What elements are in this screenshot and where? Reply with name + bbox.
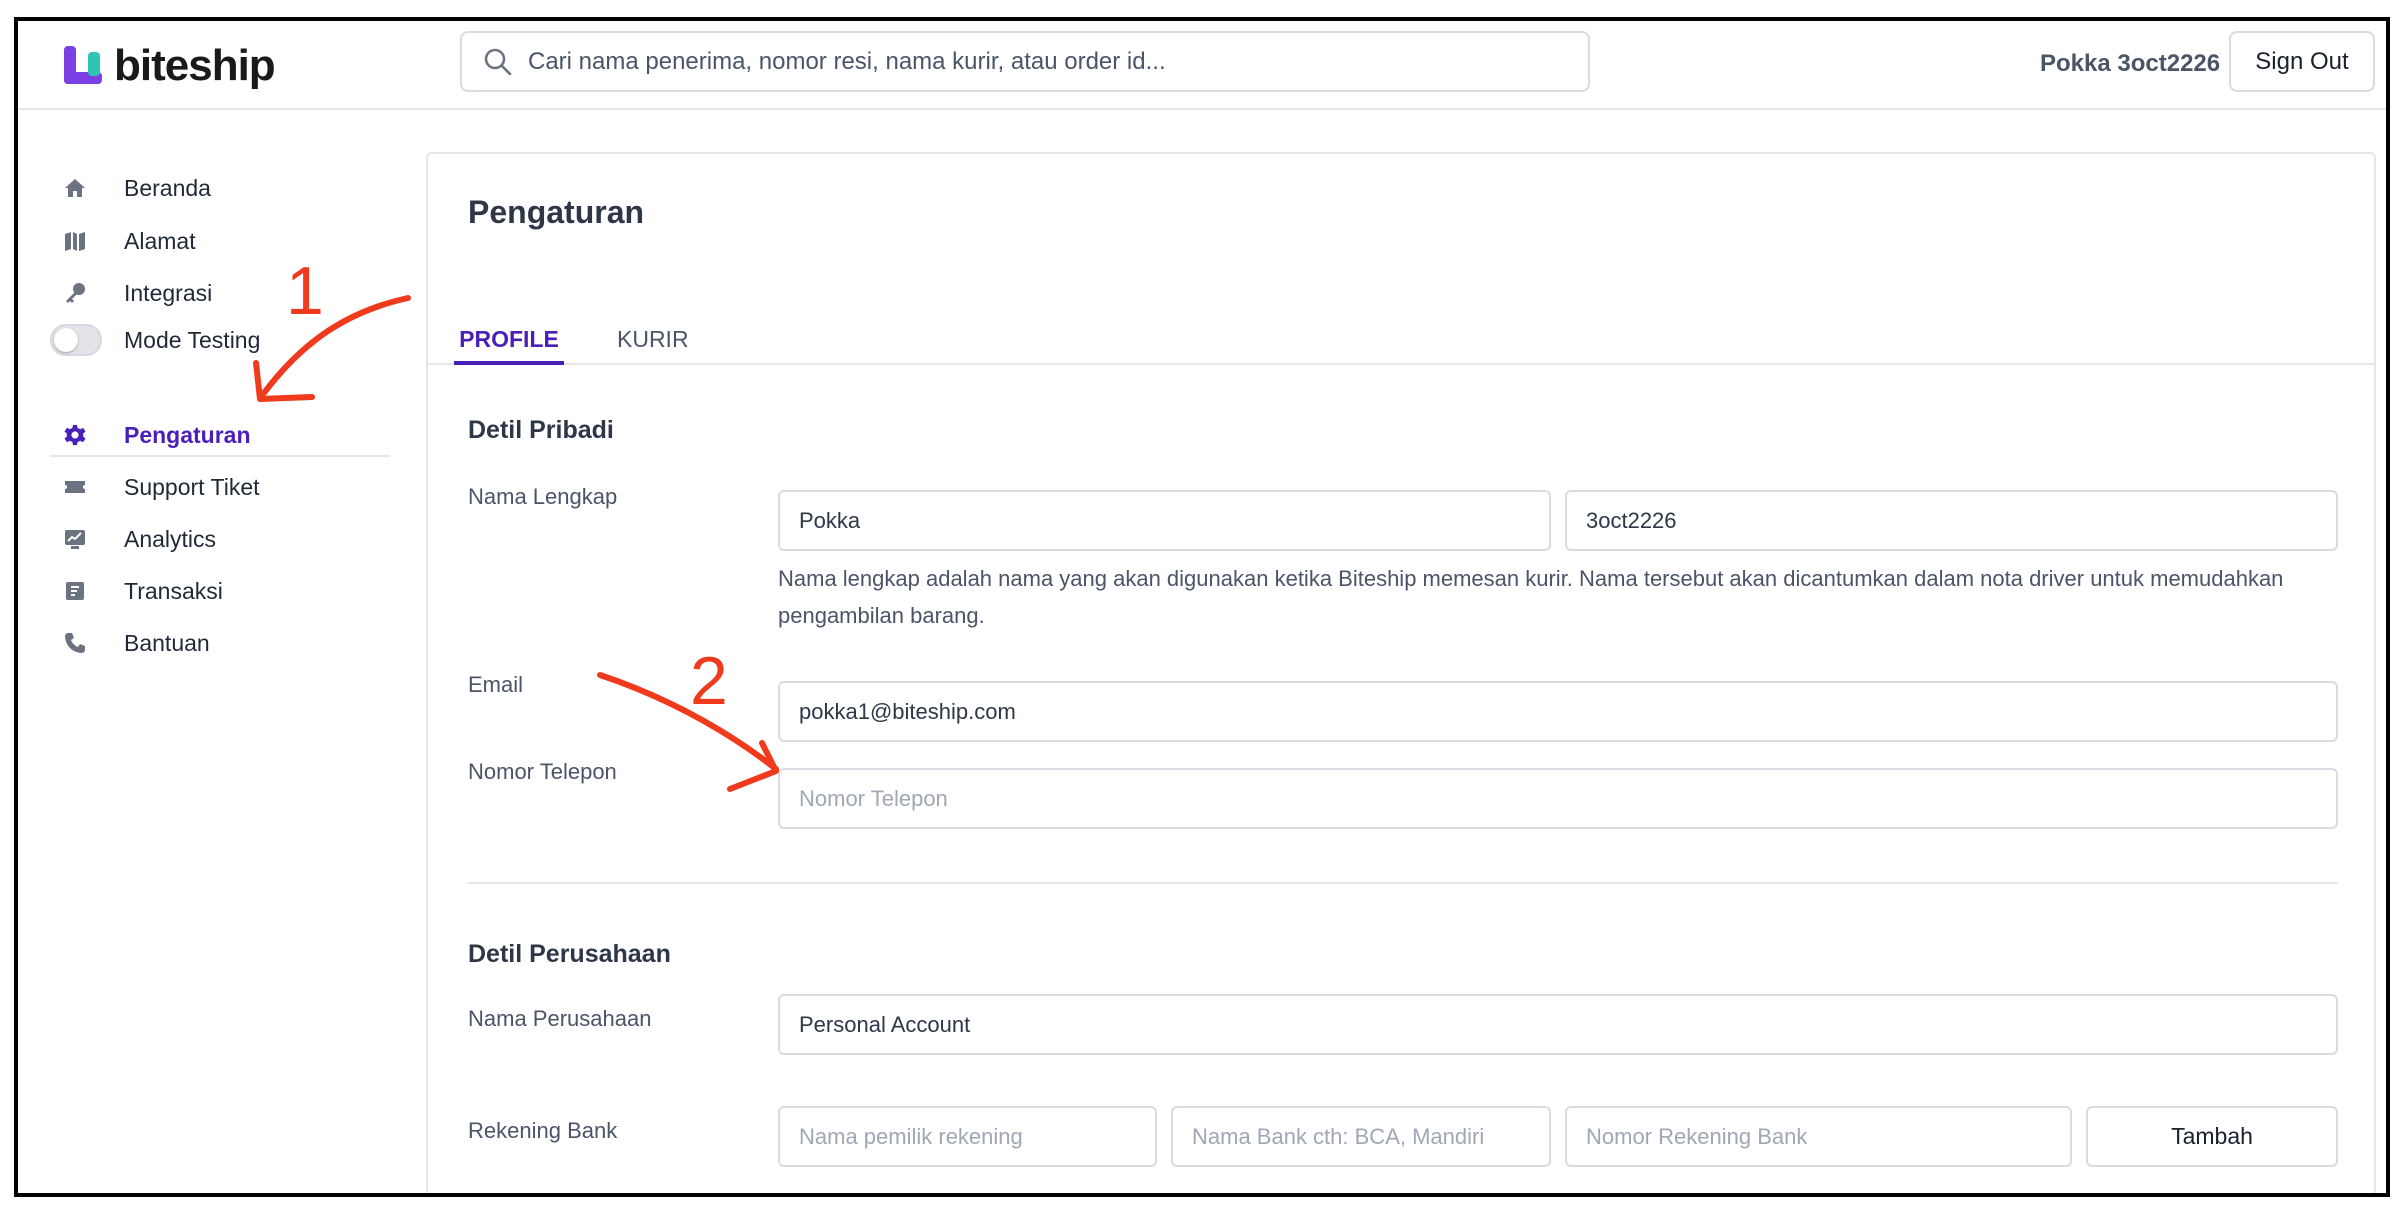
section-title-company: Detil Perusahaan bbox=[468, 940, 671, 968]
bank-owner-field[interactable] bbox=[778, 1106, 1157, 1167]
sidebar-item-mode-testing[interactable]: Mode Testing bbox=[62, 322, 260, 358]
sidebar-divider bbox=[50, 455, 390, 457]
tab-kurir[interactable]: KURIR bbox=[617, 304, 689, 365]
full-name-helper-text: Nama lengkap adalah nama yang akan digun… bbox=[778, 566, 2284, 628]
receipt-icon bbox=[62, 578, 88, 604]
top-bar: biteship Pokka 3oct2226 Sign Out bbox=[18, 21, 2386, 110]
sidebar-item-label: Alamat bbox=[124, 227, 196, 254]
phone-icon bbox=[62, 630, 88, 656]
sidebar-item-alamat[interactable]: Alamat bbox=[62, 223, 196, 259]
email-label: Email bbox=[468, 672, 524, 697]
sidebar-item-bantuan[interactable]: Bantuan bbox=[62, 625, 210, 661]
map-icon bbox=[62, 228, 88, 254]
page-title: Pengaturan bbox=[468, 194, 645, 230]
user-name: Pokka 3oct2226 bbox=[2040, 50, 2221, 77]
tab-bar: PROFILE KURIR bbox=[428, 304, 2374, 365]
first-name-input[interactable] bbox=[778, 490, 1551, 551]
sidebar-item-label: Analytics bbox=[124, 525, 217, 552]
sidebar-item-transaksi[interactable]: Transaksi bbox=[62, 573, 223, 609]
sidebar-item-label: Integrasi bbox=[124, 279, 213, 306]
biteship-logo[interactable]: biteship bbox=[62, 41, 276, 91]
sidebar-item-label: Bantuan bbox=[124, 629, 210, 656]
sidebar: Beranda Alamat Integrasi Mode Testing Pe… bbox=[18, 111, 438, 1193]
sidebar-item-pengaturan[interactable]: Pengaturan bbox=[62, 417, 251, 453]
home-icon bbox=[62, 175, 88, 201]
section-title-personal: Detil Pribadi bbox=[468, 416, 614, 444]
tab-profile[interactable]: PROFILE bbox=[454, 304, 564, 365]
bank-account-label: Rekening Bank bbox=[468, 1118, 618, 1143]
add-bank-button[interactable]: Tambah bbox=[2086, 1106, 2338, 1167]
last-name-input[interactable] bbox=[1565, 490, 2338, 551]
bank-name-field[interactable] bbox=[1171, 1106, 1551, 1167]
search-bar[interactable] bbox=[460, 31, 1590, 92]
phone-label: Nomor Telepon bbox=[468, 759, 617, 784]
sidebar-item-label: Mode Testing bbox=[124, 326, 261, 353]
company-name-label: Nama Perusahaan bbox=[468, 1006, 652, 1031]
settings-card: Pengaturan PROFILE KURIR Detil Pribadi N… bbox=[426, 152, 2376, 1193]
sidebar-item-label: Beranda bbox=[124, 174, 211, 201]
section-divider bbox=[468, 882, 2338, 884]
logo-mark-icon bbox=[64, 46, 102, 84]
sign-out-button[interactable]: Sign Out bbox=[2229, 31, 2375, 92]
brand-name: biteship bbox=[114, 41, 276, 90]
sidebar-item-support-tiket[interactable]: Support Tiket bbox=[62, 469, 260, 505]
gear-icon bbox=[62, 422, 88, 448]
company-name-field[interactable] bbox=[778, 994, 2338, 1055]
email-field[interactable] bbox=[778, 681, 2338, 742]
search-input[interactable] bbox=[528, 47, 1568, 76]
app-window: biteship Pokka 3oct2226 Sign Out Beranda… bbox=[14, 17, 2390, 1197]
sidebar-item-beranda[interactable]: Beranda bbox=[62, 170, 211, 206]
phone-field[interactable] bbox=[778, 768, 2338, 829]
sidebar-item-integrasi[interactable]: Integrasi bbox=[62, 275, 212, 311]
sidebar-item-label: Pengaturan bbox=[124, 421, 251, 448]
sidebar-item-label: Transaksi bbox=[124, 577, 223, 604]
bank-number-field[interactable] bbox=[1565, 1106, 2072, 1167]
full-name-label: Nama Lengkap bbox=[468, 484, 618, 509]
search-icon bbox=[484, 48, 512, 75]
key-icon bbox=[62, 280, 88, 306]
sidebar-item-analytics[interactable]: Analytics bbox=[62, 521, 216, 557]
sidebar-item-label: Support Tiket bbox=[124, 473, 260, 500]
ticket-icon bbox=[62, 474, 88, 500]
chart-icon bbox=[62, 526, 88, 552]
